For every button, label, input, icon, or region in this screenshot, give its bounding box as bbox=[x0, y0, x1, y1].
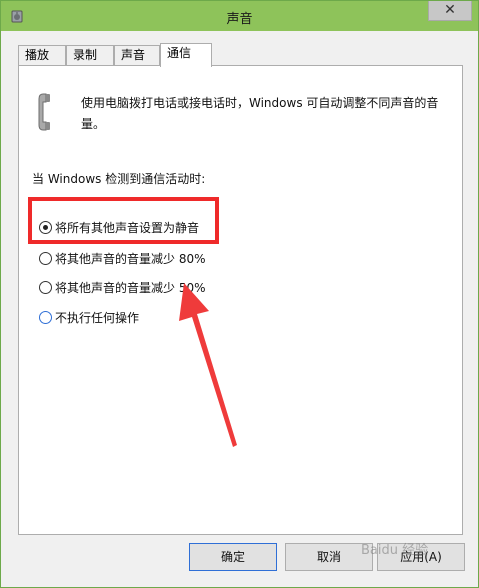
radio-button[interactable] bbox=[39, 281, 52, 294]
close-icon: ✕ bbox=[444, 2, 456, 18]
tab-playback[interactable]: 播放 bbox=[18, 45, 66, 66]
radio-button[interactable] bbox=[39, 252, 52, 265]
tab-sounds[interactable]: 声音 bbox=[114, 45, 160, 66]
close-button[interactable]: ✕ bbox=[428, 1, 472, 21]
watermark: Baidu 经验 bbox=[361, 543, 429, 558]
section-label: 当 Windows 检测到通信活动时: bbox=[32, 172, 206, 186]
cancel-button[interactable]: 取消 bbox=[285, 543, 373, 571]
ok-button[interactable]: 确定 bbox=[189, 543, 277, 571]
highlight-box bbox=[28, 197, 219, 244]
tab-communications[interactable]: 通信 bbox=[160, 43, 212, 67]
window-title: 声音 bbox=[226, 12, 253, 27]
description-text: 使用电脑拨打电话或接电话时，Windows 可自动调整不同声音的音量。 bbox=[81, 96, 439, 131]
telephone-icon bbox=[38, 93, 50, 131]
title-bar[interactable]: 声音 ✕ bbox=[1, 1, 478, 31]
option-label: 将其他声音的音量减少 50% bbox=[55, 281, 206, 295]
option-label: 将其他声音的音量减少 80% bbox=[55, 252, 206, 266]
sound-dialog: 声音 ✕ 播放 录制 声音 通信 使用电脑拨打电话或接电话时，Windows 可… bbox=[0, 0, 479, 588]
option-label: 不执行任何操作 bbox=[55, 311, 140, 325]
radio-button[interactable] bbox=[39, 311, 52, 324]
communications-panel: 使用电脑拨打电话或接电话时，Windows 可自动调整不同声音的音量。 当 Wi… bbox=[18, 65, 463, 535]
tab-recording[interactable]: 录制 bbox=[66, 45, 114, 66]
